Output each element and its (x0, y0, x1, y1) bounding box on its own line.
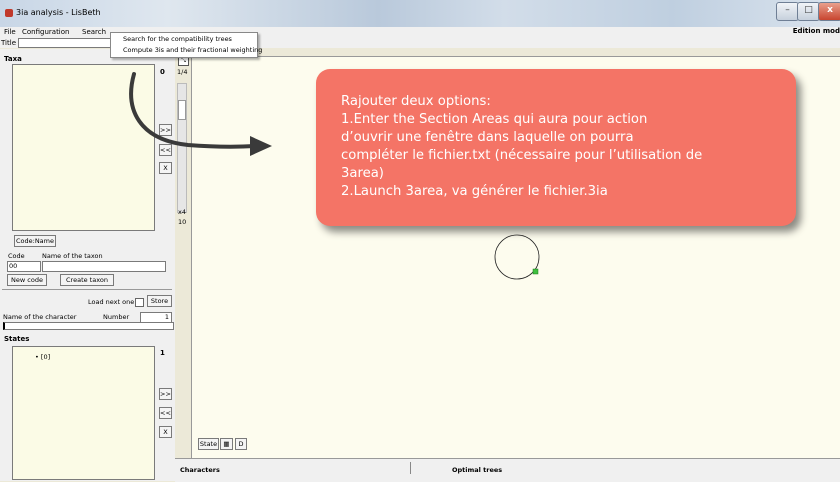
annotation-arrow (129, 72, 272, 156)
